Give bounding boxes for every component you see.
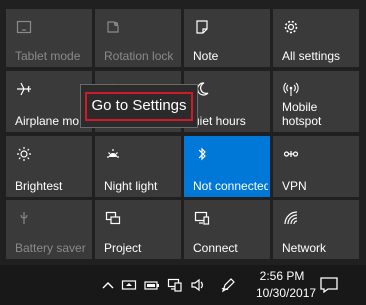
tile-project[interactable]: Project [95,200,181,259]
tile-label: Not connected [193,179,268,193]
project-icon [104,209,122,227]
tile-label: Tablet mode [15,49,81,63]
volume-icon[interactable] [190,276,206,294]
network-icon [282,209,300,227]
bluetooth-icon [193,145,211,163]
taskbar: 2:56 PM 10/30/2017 [0,265,366,305]
rotation-lock-icon [104,18,122,36]
action-center-panel: Tablet mode Rotation lock Note All setti… [0,0,366,265]
tile-label: Night light [104,179,158,193]
show-hidden-icons-icon[interactable] [100,276,116,294]
tile-label: Brightest [15,179,63,193]
tile-tablet-mode[interactable]: Tablet mode [6,9,92,67]
network-icon[interactable] [167,276,183,294]
tile-label: Project [104,241,142,255]
night-light-icon [104,145,122,163]
tile-label: VPN [282,179,307,193]
tile-network[interactable]: Network [273,200,359,259]
go-to-settings-tooltip[interactable]: Go to Settings [80,84,198,128]
go-to-settings-label: Go to Settings [91,97,187,114]
tile-label: All settings [282,49,341,63]
tile-note[interactable]: Note [184,9,270,67]
tablet-mode-icon [15,18,33,36]
gear-icon [282,18,300,36]
tile-night-light[interactable]: Night light [95,136,181,197]
tile-vpn[interactable]: VPN [273,136,359,197]
hotspot-icon [282,80,300,98]
tile-label-line-1: Mobile [282,100,318,114]
action-center-button[interactable] [317,273,341,297]
tile-label: Connect [193,241,238,255]
tile-all-settings[interactable]: All settings [273,9,359,67]
brightness-icon [15,145,33,163]
tile-bluetooth[interactable]: Not connected [184,136,270,197]
vpn-icon [282,145,300,163]
tile-mobile-hotspot[interactable]: Mobile hotspot [273,71,359,132]
tile-label: Note [193,49,219,63]
tile-brightness[interactable]: Brightest [6,136,92,197]
tile-rotation-lock[interactable]: Rotation lock [95,9,181,67]
clock-date[interactable]: 10/30/2017 [256,286,316,300]
tile-label: Rotation lock [104,49,174,63]
airplane-icon [15,80,33,98]
tile-label: Airplane mo [15,114,80,128]
tile-label: uiet hours [193,114,246,128]
notification-icon [320,277,338,294]
connect-icon [193,209,211,227]
battery-saver-icon [15,209,33,227]
projector-icon[interactable] [121,276,137,294]
tile-label-line-2: hotspot [282,114,322,128]
tile-label: Battery saver [15,241,86,255]
battery-icon[interactable] [144,276,160,294]
tile-label: Network [282,241,327,255]
pen-icon[interactable] [220,276,236,294]
clock-time[interactable]: 2:56 PM [256,269,308,283]
tile-connect[interactable]: Connect [184,200,270,259]
tile-battery-saver[interactable]: Battery saver [6,200,92,259]
note-icon [193,18,211,36]
